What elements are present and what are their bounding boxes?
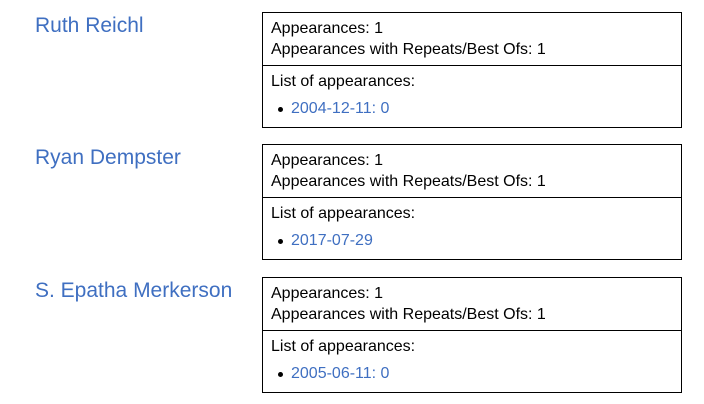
list-label: List of appearances: bbox=[271, 205, 416, 222]
appearances-count: Appearances: 1 bbox=[271, 285, 384, 302]
bullet-icon bbox=[278, 107, 283, 112]
appearance-date-link[interactable]: 2004-12-11: 0 bbox=[291, 100, 389, 117]
appearance-list-section: List of appearances: 2004-12-11: 0 bbox=[263, 66, 681, 127]
appearances-count: Appearances: 1 bbox=[271, 152, 384, 169]
list-item: 2004-12-11: 0 bbox=[278, 98, 673, 120]
guest-name-link[interactable]: Ryan Dempster bbox=[35, 146, 181, 170]
guest-name-link[interactable]: S. Epatha Merkerson bbox=[35, 279, 232, 303]
appearance-counts: Appearances: 1 Appearances with Repeats/… bbox=[263, 13, 681, 66]
list-item: 2017-07-29 bbox=[278, 230, 673, 252]
repeats-count: Appearances with Repeats/Best Ofs: 1 bbox=[271, 41, 546, 58]
appearance-date-link[interactable]: 2005-06-11: 0 bbox=[291, 365, 389, 382]
list-label: List of appearances: bbox=[271, 338, 416, 355]
appearance-list-section: List of appearances: 2005-06-11: 0 bbox=[263, 331, 681, 392]
appearance-info-box: Appearances: 1 Appearances with Repeats/… bbox=[262, 144, 682, 260]
appearance-list-section: List of appearances: 2017-07-29 bbox=[263, 198, 681, 259]
appearance-counts: Appearances: 1 Appearances with Repeats/… bbox=[263, 145, 681, 198]
appearance-info-box: Appearances: 1 Appearances with Repeats/… bbox=[262, 277, 682, 393]
appearance-counts: Appearances: 1 Appearances with Repeats/… bbox=[263, 278, 681, 331]
appearance-info-box: Appearances: 1 Appearances with Repeats/… bbox=[262, 12, 682, 128]
bullet-icon bbox=[278, 372, 283, 377]
list-label: List of appearances: bbox=[271, 73, 416, 90]
appearance-list: 2017-07-29 bbox=[271, 230, 673, 252]
bullet-icon bbox=[278, 239, 283, 244]
appearances-count: Appearances: 1 bbox=[271, 20, 384, 37]
list-item: 2005-06-11: 0 bbox=[278, 363, 673, 385]
appearance-date-link[interactable]: 2017-07-29 bbox=[291, 232, 373, 249]
repeats-count: Appearances with Repeats/Best Ofs: 1 bbox=[271, 173, 546, 190]
repeats-count: Appearances with Repeats/Best Ofs: 1 bbox=[271, 306, 546, 323]
guest-name-link[interactable]: Ruth Reichl bbox=[35, 14, 144, 38]
appearance-list: 2004-12-11: 0 bbox=[271, 98, 673, 120]
appearance-list: 2005-06-11: 0 bbox=[271, 363, 673, 385]
